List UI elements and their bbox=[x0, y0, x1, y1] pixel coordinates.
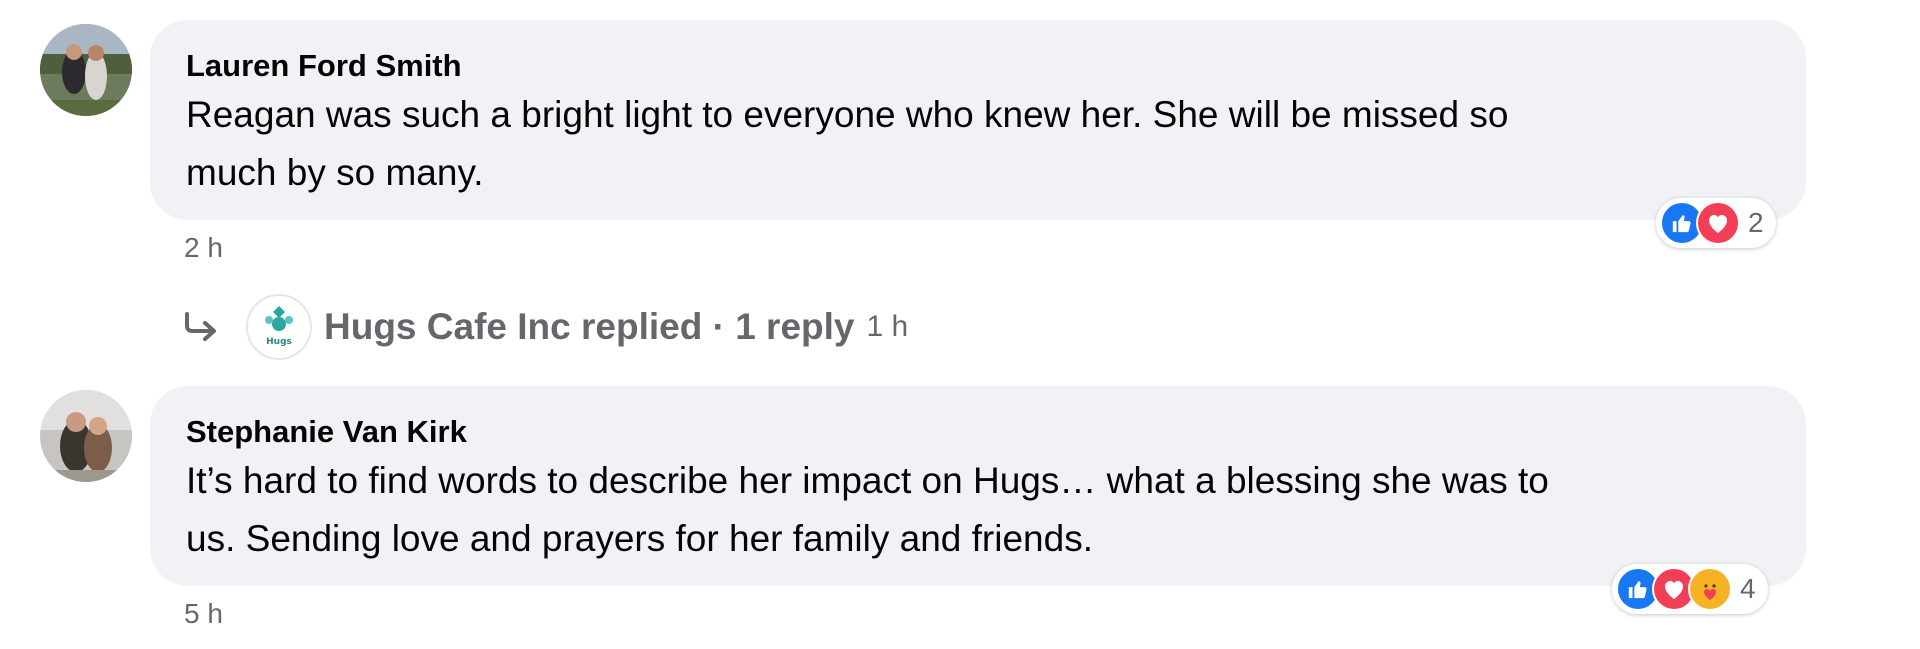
comment-text-line: us. Sending love and prayers for her fam… bbox=[186, 518, 1093, 559]
comment-timestamp[interactable]: 5 h bbox=[184, 598, 223, 630]
view-replies-link[interactable]: Hugs Hugs Cafe Inc replied · 1 reply 1 h bbox=[180, 292, 908, 362]
profile-photo-icon bbox=[40, 24, 132, 116]
comment-text-line: Reagan was such a bright light to everyo… bbox=[186, 94, 1509, 135]
reply-summary-label: Hugs Cafe Inc replied · 1 reply bbox=[324, 306, 855, 347]
comment-bubble: Lauren Ford Smith Reagan was such a brig… bbox=[150, 20, 1806, 220]
avatar-lauren-ford-smith[interactable] bbox=[40, 24, 132, 116]
reply-timestamp: 1 h bbox=[866, 310, 909, 343]
profile-photo-icon bbox=[40, 390, 132, 482]
comment-text: It’s hard to find words to describe her … bbox=[186, 452, 1549, 568]
hugs-cafe-logo[interactable]: Hugs bbox=[246, 294, 312, 360]
comment-text-line: It’s hard to find words to describe her … bbox=[186, 460, 1549, 501]
reaction-count: 2 bbox=[1748, 207, 1764, 238]
reaction-summary[interactable]: 2 bbox=[1656, 198, 1776, 248]
care-icon bbox=[1688, 567, 1732, 611]
comment-text: Reagan was such a bright light to everyo… bbox=[186, 86, 1508, 202]
hugs-logo-text: Hugs bbox=[266, 337, 292, 347]
hugs-logo-icon: Hugs bbox=[265, 306, 293, 347]
comment-author[interactable]: Stephanie Van Kirk bbox=[186, 414, 467, 450]
comments-section: Lauren Ford Smith Reagan was such a brig… bbox=[0, 0, 1920, 649]
reaction-summary[interactable]: 4 bbox=[1612, 564, 1768, 614]
comment-bubble: Stephanie Van Kirk It’s hard to find wor… bbox=[150, 386, 1806, 586]
love-icon bbox=[1696, 201, 1740, 245]
reply-arrow-icon bbox=[180, 305, 224, 349]
avatar-stephanie-van-kirk[interactable] bbox=[40, 390, 132, 482]
comment-text-line: much by so many. bbox=[186, 152, 484, 193]
comment-timestamp[interactable]: 2 h bbox=[184, 232, 223, 264]
comment-author[interactable]: Lauren Ford Smith bbox=[186, 48, 462, 84]
reaction-count: 4 bbox=[1740, 573, 1756, 604]
